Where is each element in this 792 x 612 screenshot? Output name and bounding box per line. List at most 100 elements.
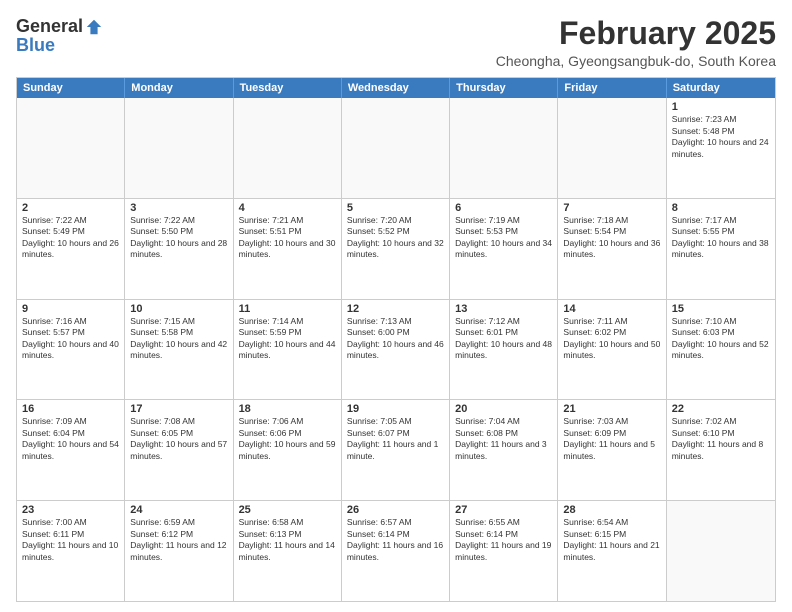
day-number: 23 [22, 504, 119, 516]
day-info: Sunrise: 7:13 AM Sunset: 6:00 PM Dayligh… [347, 316, 444, 362]
day-cell: 12Sunrise: 7:13 AM Sunset: 6:00 PM Dayli… [342, 300, 450, 400]
day-header-thursday: Thursday [450, 78, 558, 98]
day-info: Sunrise: 6:54 AM Sunset: 6:15 PM Dayligh… [563, 517, 660, 563]
logo: General Blue [16, 16, 103, 56]
day-info: Sunrise: 7:23 AM Sunset: 5:48 PM Dayligh… [672, 114, 770, 160]
day-cell: 11Sunrise: 7:14 AM Sunset: 5:59 PM Dayli… [234, 300, 342, 400]
week-row-2: 2Sunrise: 7:22 AM Sunset: 5:49 PM Daylig… [17, 199, 775, 300]
day-cell: 21Sunrise: 7:03 AM Sunset: 6:09 PM Dayli… [558, 400, 666, 500]
day-number: 13 [455, 303, 552, 315]
day-cell: 6Sunrise: 7:19 AM Sunset: 5:53 PM Daylig… [450, 199, 558, 299]
day-cell: 7Sunrise: 7:18 AM Sunset: 5:54 PM Daylig… [558, 199, 666, 299]
day-info: Sunrise: 7:03 AM Sunset: 6:09 PM Dayligh… [563, 416, 660, 462]
day-cell: 24Sunrise: 6:59 AM Sunset: 6:12 PM Dayli… [125, 501, 233, 601]
day-cell: 18Sunrise: 7:06 AM Sunset: 6:06 PM Dayli… [234, 400, 342, 500]
day-info: Sunrise: 7:06 AM Sunset: 6:06 PM Dayligh… [239, 416, 336, 462]
day-cell [558, 98, 666, 198]
day-cell: 27Sunrise: 6:55 AM Sunset: 6:14 PM Dayli… [450, 501, 558, 601]
day-number: 1 [672, 101, 770, 113]
day-cell [17, 98, 125, 198]
day-cell: 23Sunrise: 7:00 AM Sunset: 6:11 PM Dayli… [17, 501, 125, 601]
week-row-5: 23Sunrise: 7:00 AM Sunset: 6:11 PM Dayli… [17, 501, 775, 601]
day-cell: 17Sunrise: 7:08 AM Sunset: 6:05 PM Dayli… [125, 400, 233, 500]
day-cell: 19Sunrise: 7:05 AM Sunset: 6:07 PM Dayli… [342, 400, 450, 500]
day-cell [667, 501, 775, 601]
location: Cheongha, Gyeongsangbuk-do, South Korea [496, 53, 776, 69]
title-section: February 2025 Cheongha, Gyeongsangbuk-do… [496, 16, 776, 69]
day-number: 20 [455, 403, 552, 415]
day-info: Sunrise: 6:55 AM Sunset: 6:14 PM Dayligh… [455, 517, 552, 563]
day-info: Sunrise: 7:22 AM Sunset: 5:50 PM Dayligh… [130, 215, 227, 261]
day-number: 10 [130, 303, 227, 315]
day-number: 25 [239, 504, 336, 516]
week-row-4: 16Sunrise: 7:09 AM Sunset: 6:04 PM Dayli… [17, 400, 775, 501]
day-info: Sunrise: 6:57 AM Sunset: 6:14 PM Dayligh… [347, 517, 444, 563]
day-info: Sunrise: 7:09 AM Sunset: 6:04 PM Dayligh… [22, 416, 119, 462]
day-number: 7 [563, 202, 660, 214]
day-number: 6 [455, 202, 552, 214]
day-cell: 28Sunrise: 6:54 AM Sunset: 6:15 PM Dayli… [558, 501, 666, 601]
day-info: Sunrise: 7:18 AM Sunset: 5:54 PM Dayligh… [563, 215, 660, 261]
day-cell: 3Sunrise: 7:22 AM Sunset: 5:50 PM Daylig… [125, 199, 233, 299]
day-headers: SundayMondayTuesdayWednesdayThursdayFrid… [17, 78, 775, 98]
day-cell: 25Sunrise: 6:58 AM Sunset: 6:13 PM Dayli… [234, 501, 342, 601]
day-cell: 1Sunrise: 7:23 AM Sunset: 5:48 PM Daylig… [667, 98, 775, 198]
day-cell: 26Sunrise: 6:57 AM Sunset: 6:14 PM Dayli… [342, 501, 450, 601]
day-info: Sunrise: 7:16 AM Sunset: 5:57 PM Dayligh… [22, 316, 119, 362]
day-info: Sunrise: 7:19 AM Sunset: 5:53 PM Dayligh… [455, 215, 552, 261]
day-header-wednesday: Wednesday [342, 78, 450, 98]
day-number: 24 [130, 504, 227, 516]
day-number: 8 [672, 202, 770, 214]
day-number: 26 [347, 504, 444, 516]
day-number: 18 [239, 403, 336, 415]
day-number: 17 [130, 403, 227, 415]
day-info: Sunrise: 7:11 AM Sunset: 6:02 PM Dayligh… [563, 316, 660, 362]
day-cell [450, 98, 558, 198]
day-cell: 13Sunrise: 7:12 AM Sunset: 6:01 PM Dayli… [450, 300, 558, 400]
page: General Blue February 2025 Cheongha, Gye… [0, 0, 792, 612]
logo-icon [85, 18, 103, 36]
day-header-tuesday: Tuesday [234, 78, 342, 98]
day-cell: 15Sunrise: 7:10 AM Sunset: 6:03 PM Dayli… [667, 300, 775, 400]
day-number: 11 [239, 303, 336, 315]
week-row-1: 1Sunrise: 7:23 AM Sunset: 5:48 PM Daylig… [17, 98, 775, 199]
day-number: 15 [672, 303, 770, 315]
day-header-monday: Monday [125, 78, 233, 98]
day-info: Sunrise: 7:02 AM Sunset: 6:10 PM Dayligh… [672, 416, 770, 462]
day-cell: 20Sunrise: 7:04 AM Sunset: 6:08 PM Dayli… [450, 400, 558, 500]
day-info: Sunrise: 7:22 AM Sunset: 5:49 PM Dayligh… [22, 215, 119, 261]
day-cell: 5Sunrise: 7:20 AM Sunset: 5:52 PM Daylig… [342, 199, 450, 299]
day-cell: 14Sunrise: 7:11 AM Sunset: 6:02 PM Dayli… [558, 300, 666, 400]
day-number: 22 [672, 403, 770, 415]
day-cell [342, 98, 450, 198]
day-info: Sunrise: 7:15 AM Sunset: 5:58 PM Dayligh… [130, 316, 227, 362]
day-number: 28 [563, 504, 660, 516]
header: General Blue February 2025 Cheongha, Gye… [16, 16, 776, 69]
calendar: SundayMondayTuesdayWednesdayThursdayFrid… [16, 77, 776, 602]
logo-general: General [16, 16, 83, 37]
day-cell [125, 98, 233, 198]
day-cell: 16Sunrise: 7:09 AM Sunset: 6:04 PM Dayli… [17, 400, 125, 500]
day-cell: 9Sunrise: 7:16 AM Sunset: 5:57 PM Daylig… [17, 300, 125, 400]
day-number: 5 [347, 202, 444, 214]
day-info: Sunrise: 7:21 AM Sunset: 5:51 PM Dayligh… [239, 215, 336, 261]
day-header-saturday: Saturday [667, 78, 775, 98]
day-number: 14 [563, 303, 660, 315]
day-info: Sunrise: 7:17 AM Sunset: 5:55 PM Dayligh… [672, 215, 770, 261]
logo-text: General [16, 16, 103, 37]
day-info: Sunrise: 7:05 AM Sunset: 6:07 PM Dayligh… [347, 416, 444, 462]
day-info: Sunrise: 7:14 AM Sunset: 5:59 PM Dayligh… [239, 316, 336, 362]
day-cell: 8Sunrise: 7:17 AM Sunset: 5:55 PM Daylig… [667, 199, 775, 299]
day-cell: 22Sunrise: 7:02 AM Sunset: 6:10 PM Dayli… [667, 400, 775, 500]
weeks: 1Sunrise: 7:23 AM Sunset: 5:48 PM Daylig… [17, 98, 775, 601]
day-cell: 10Sunrise: 7:15 AM Sunset: 5:58 PM Dayli… [125, 300, 233, 400]
day-info: Sunrise: 7:10 AM Sunset: 6:03 PM Dayligh… [672, 316, 770, 362]
day-number: 9 [22, 303, 119, 315]
day-info: Sunrise: 7:08 AM Sunset: 6:05 PM Dayligh… [130, 416, 227, 462]
day-info: Sunrise: 6:59 AM Sunset: 6:12 PM Dayligh… [130, 517, 227, 563]
day-info: Sunrise: 7:12 AM Sunset: 6:01 PM Dayligh… [455, 316, 552, 362]
day-number: 16 [22, 403, 119, 415]
day-number: 2 [22, 202, 119, 214]
day-number: 21 [563, 403, 660, 415]
day-header-sunday: Sunday [17, 78, 125, 98]
